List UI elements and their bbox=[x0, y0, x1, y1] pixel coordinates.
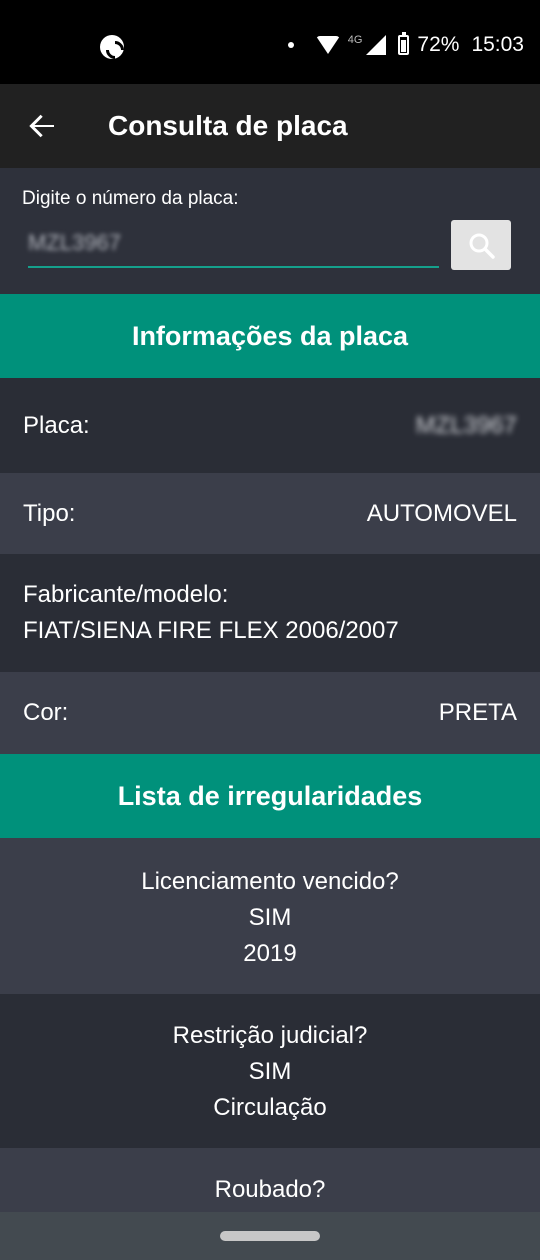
placa-label: Placa: bbox=[23, 411, 90, 439]
battery-percent: 72% bbox=[417, 33, 460, 56]
placa-row: Placa: MZL3967 bbox=[0, 378, 540, 473]
tipo-row: Tipo: AUTOMOVEL bbox=[0, 473, 540, 554]
app-bar: Consulta de placa bbox=[0, 84, 540, 168]
notification-dot-icon bbox=[287, 42, 294, 48]
list-item: Roubado? bbox=[0, 1148, 540, 1212]
signal-icon bbox=[366, 35, 387, 55]
irregularity-detail: 2019 bbox=[243, 940, 297, 967]
cor-row: Cor: PRETA bbox=[0, 672, 540, 754]
irregularity-detail: Circulação bbox=[213, 1094, 327, 1121]
search-panel: Digite o número da placa: MZL3967 bbox=[0, 168, 540, 294]
page-title: Consulta de placa bbox=[108, 110, 348, 141]
tipo-value: AUTOMOVEL bbox=[366, 499, 517, 527]
irregularity-question: Restrição judicial? bbox=[172, 1022, 368, 1049]
plate-input[interactable]: MZL3967 bbox=[28, 226, 439, 268]
cor-label: Cor: bbox=[23, 699, 69, 726]
tipo-label: Tipo: bbox=[23, 499, 76, 527]
list-item: Restrição judicial? SIM Circulação bbox=[0, 994, 540, 1148]
fabricante-row: Fabricante/modelo: FIAT/SIENA FIRE FLEX … bbox=[0, 554, 540, 672]
fabricante-label: Fabricante/modelo: bbox=[23, 581, 229, 608]
info-section-header: Informações da placa bbox=[0, 294, 540, 378]
search-button[interactable] bbox=[451, 220, 511, 270]
irregularity-answer: SIM bbox=[248, 904, 292, 931]
fabricante-value: FIAT/SIENA FIRE FLEX 2006/2007 bbox=[23, 617, 399, 644]
status-bar: 4G 72% 15:03 bbox=[0, 0, 540, 84]
irregularity-question: Roubado? bbox=[214, 1176, 326, 1203]
irregularities-section-header: Lista de irregularidades bbox=[0, 754, 540, 838]
search-icon bbox=[469, 233, 495, 259]
placa-value: MZL3967 bbox=[415, 411, 517, 439]
battery-icon bbox=[398, 32, 410, 55]
home-gesture-handle[interactable] bbox=[220, 1231, 320, 1241]
network-type: 4G bbox=[347, 34, 363, 46]
clock: 15:03 bbox=[471, 33, 524, 56]
irregularity-question: Licenciamento vencido? bbox=[141, 868, 399, 895]
plate-input-value: MZL3967 bbox=[28, 230, 121, 255]
search-label: Digite o número da placa: bbox=[22, 188, 239, 209]
list-item: Licenciamento vencido? SIM 2019 bbox=[0, 838, 540, 994]
system-nav-bar bbox=[0, 1212, 540, 1260]
cor-value: PRETA bbox=[438, 699, 517, 726]
wifi-icon bbox=[315, 36, 340, 54]
back-arrow-icon[interactable] bbox=[26, 110, 58, 142]
irregularity-answer: SIM bbox=[248, 1058, 292, 1085]
shazam-icon bbox=[100, 35, 124, 59]
